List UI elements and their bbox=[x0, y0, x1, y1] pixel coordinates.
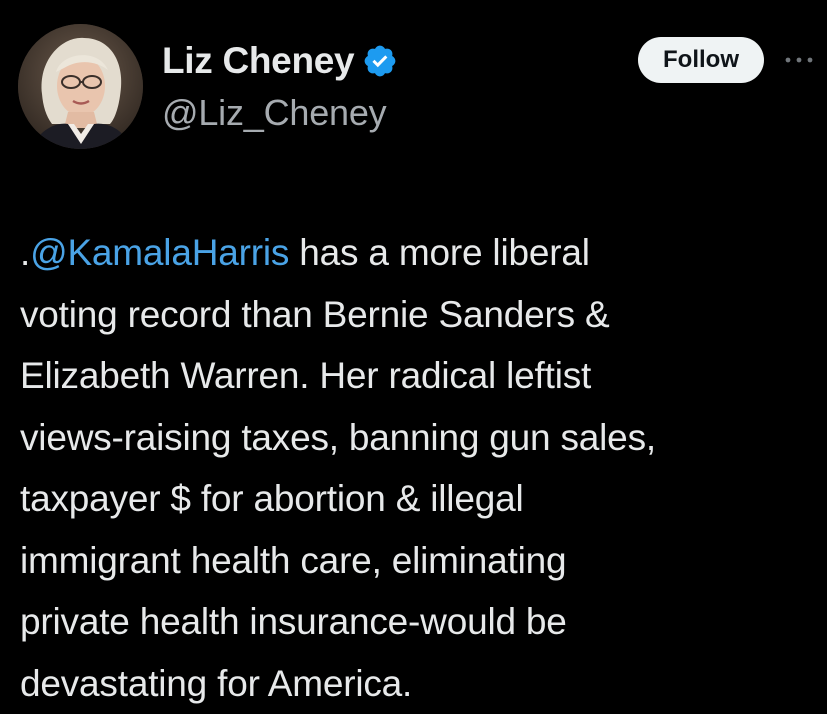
profile-photo-icon bbox=[18, 24, 143, 149]
mention-link[interactable]: @KamalaHarris bbox=[30, 232, 289, 273]
tweet-line: voting record than Bernie Sanders & bbox=[20, 284, 810, 346]
author-name-row: Liz Cheney bbox=[162, 38, 398, 84]
tweet-line: Elizabeth Warren. Her radical leftist bbox=[20, 345, 810, 407]
tweet-line: views-raising taxes, banning gun sales, bbox=[20, 407, 810, 469]
tweet-line: immigrant health care, eliminating bbox=[20, 530, 810, 592]
verified-badge-icon bbox=[362, 43, 398, 79]
tweet-line-1: .@KamalaHarris has a more liberal bbox=[20, 222, 810, 284]
author-avatar[interactable] bbox=[18, 24, 143, 149]
tweet-card: Liz Cheney @Liz_Cheney Follow .@KamalaHa… bbox=[0, 0, 827, 711]
follow-button[interactable]: Follow bbox=[638, 37, 764, 83]
tweet-body: .@KamalaHarris has a more liberal voting… bbox=[20, 222, 810, 714]
tweet-prefix: . bbox=[20, 232, 30, 273]
tweet-line-1-rest: has a more liberal bbox=[289, 232, 590, 273]
author-display-name[interactable]: Liz Cheney bbox=[162, 40, 354, 82]
tweet-line: private health insurance-would be bbox=[20, 591, 810, 653]
tweet-line: taxpayer $ for abortion & illegal bbox=[20, 468, 810, 530]
more-options-icon[interactable] bbox=[782, 48, 816, 72]
author-handle[interactable]: @Liz_Cheney bbox=[162, 92, 386, 134]
tweet-line: devastating for America. bbox=[20, 653, 810, 714]
